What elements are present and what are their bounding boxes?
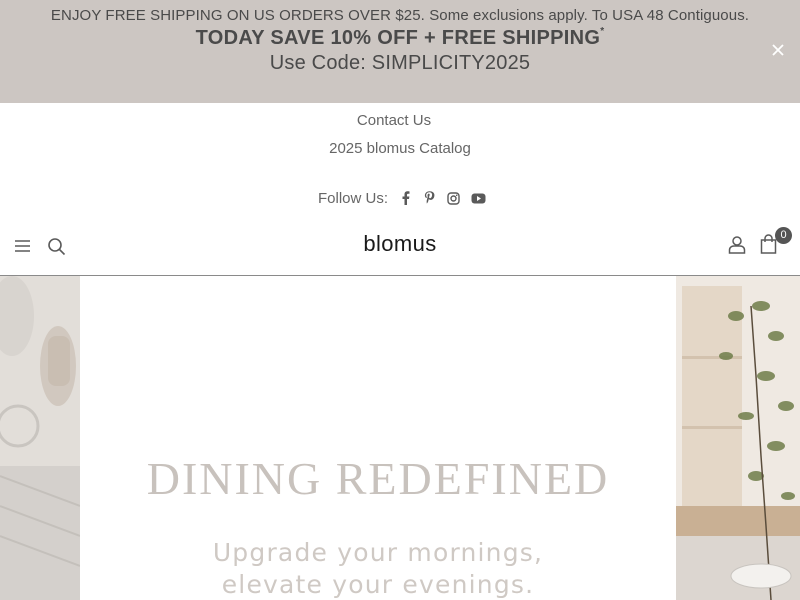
hero-subheading-1: Upgrade your mornings, [212, 538, 544, 567]
hero-right-image [676, 276, 800, 600]
facebook-icon[interactable] [398, 191, 412, 205]
hero-heading: DINING REDEFINED [146, 453, 610, 504]
hero-left-image [0, 276, 81, 600]
close-icon[interactable] [770, 42, 786, 58]
youtube-icon[interactable] [470, 191, 486, 205]
shipping-notice: ENJOY FREE SHIPPING ON US ORDERS OVER $2… [50, 7, 750, 24]
contact-us-link[interactable]: Contact Us [0, 112, 794, 129]
promo-headline: TODAY SAVE 10% OFF + FREE SHIPPING* [195, 26, 605, 49]
catalog-link[interactable]: 2025 blomus Catalog [0, 140, 800, 157]
follow-us: Follow Us: [318, 188, 496, 208]
instagram-icon[interactable] [446, 191, 460, 205]
announcement-bar: ENJOY FREE SHIPPING ON US ORDERS OVER $2… [0, 0, 800, 103]
hero-content: DINING REDEFINED Upgrade your mornings, … [80, 276, 676, 600]
hero-subheading-2: elevate your evenings. [221, 570, 535, 599]
hero-banner[interactable]: DINING REDEFINED Upgrade your mornings, … [0, 276, 800, 600]
blomus-logo[interactable]: blomus [0, 231, 800, 257]
site-header: blomus 0 [0, 223, 800, 276]
promo-code: Use Code: SIMPLICITY2025 [269, 52, 531, 74]
follow-label: Follow Us: [318, 189, 389, 207]
top-links: Contact Us 2025 blomus Catalog Follow Us… [0, 103, 800, 223]
pinterest-icon[interactable] [422, 191, 436, 205]
cart-count-badge: 0 [775, 227, 792, 244]
account-icon[interactable] [728, 235, 746, 259]
